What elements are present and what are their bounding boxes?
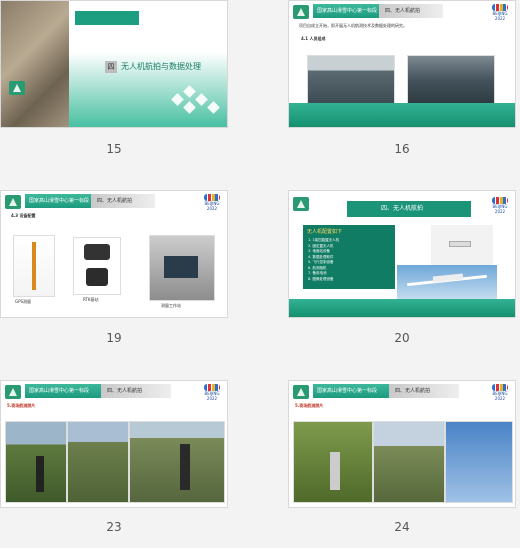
slide-number-23: 23 xyxy=(106,520,122,534)
section-number-box: 四 xyxy=(105,61,117,73)
slide-number-20: 20 xyxy=(394,331,410,345)
mountain-photo xyxy=(1,1,69,127)
company-logo-icon xyxy=(5,385,21,399)
subheading: 5.现场航测照片 xyxy=(7,403,36,408)
slide-number-15: 15 xyxy=(106,142,122,156)
slide-sorter-grid: 四 无人机航拍与数据处理 15 国家高山滑雪中心第一标段 四、无人机航拍 BEI… xyxy=(0,0,520,548)
header-title: 国家高山滑雪中心第一标段 xyxy=(25,384,101,398)
subheading: 4.3 设备配置 xyxy=(11,213,36,218)
slide-number-24: 24 xyxy=(394,520,410,534)
slide-title: 无人机航拍与数据处理 xyxy=(121,62,201,71)
workstation-photo xyxy=(149,235,215,301)
slide-thumbnail-16[interactable]: 国家高山滑雪中心第一标段 四、无人机航拍 BEIJING 2022 项目自成立开… xyxy=(288,0,516,128)
quadcopter-photo xyxy=(431,225,493,265)
header-title: 国家高山滑雪中心第一标段 xyxy=(313,4,379,18)
site-photo xyxy=(67,421,129,503)
subheading: 5.现场航测照片 xyxy=(295,403,324,408)
list-item: 8. 图像处理设备 xyxy=(308,276,334,281)
subheading: 4.1 人员组成 xyxy=(301,36,326,41)
company-logo-icon xyxy=(293,197,309,211)
meeting-photo xyxy=(407,55,495,105)
slide-thumbnail-23[interactable]: 国家高山滑雪中心第一标段 四、无人机航拍 BEIJING 2022 5.现场航测… xyxy=(0,380,228,508)
slide-title: 四、无人机航拍 xyxy=(347,201,471,217)
slide-number-19: 19 xyxy=(106,331,122,345)
slide-thumbnail-15[interactable]: 四 无人机航拍与数据处理 xyxy=(0,0,228,128)
header-title: 国家高山滑雪中心第一标段 xyxy=(313,384,389,398)
slide-number-16: 16 xyxy=(394,142,410,156)
meeting-photo xyxy=(307,55,395,105)
rtk-device-photo xyxy=(73,237,121,295)
section-label: 四、无人机航拍 xyxy=(101,384,171,398)
company-logo-icon xyxy=(5,195,21,209)
slide-thumbnail-20[interactable]: 四、无人机航拍 BEIJING 2022 无人机配置如下 1. 1架四旋翼无人机… xyxy=(288,190,516,318)
title-accent-bar xyxy=(75,11,139,25)
caption: GPS测量 xyxy=(15,299,32,304)
site-photo xyxy=(5,421,67,503)
gps-device-photo xyxy=(13,235,55,297)
config-list-box: 无人机配置如下 1. 1架四旋翼无人机 2. 固定翼无人机 3. 地面站设备 4… xyxy=(303,225,395,289)
company-logo-icon xyxy=(293,5,309,19)
header-title: 国家高山滑雪中心第一标段 xyxy=(25,194,91,208)
olympic-logo-icon: BEIJING 2022 xyxy=(201,194,223,211)
list-title: 无人机配置如下 xyxy=(307,229,343,235)
slide-thumbnail-19[interactable]: 国家高山滑雪中心第一标段 四、无人机航拍 BEIJING 2022 4.3 设备… xyxy=(0,190,228,318)
olympic-logo-icon: BEIJING 2022 xyxy=(489,197,511,214)
olympic-logo-icon: BEIJING 2022 xyxy=(489,384,511,401)
slide-thumbnail-24[interactable]: 国家高山滑雪中心第一标段 四、无人机航拍 BEIJING 2022 5.现场航测… xyxy=(288,380,516,508)
company-logo-icon xyxy=(293,385,309,399)
section-label: 四、无人机航拍 xyxy=(379,4,443,18)
site-photo xyxy=(129,421,225,503)
company-logo-icon xyxy=(9,81,25,95)
olympic-logo-icon: BEIJING 2022 xyxy=(201,384,223,401)
caption: RTK基站 xyxy=(83,297,99,302)
section-label: 四、无人机航拍 xyxy=(91,194,155,208)
olympic-logo-icon: BEIJING 2022 xyxy=(489,4,511,21)
section-label: 四、无人机航拍 xyxy=(389,384,459,398)
site-photo xyxy=(293,421,373,503)
site-photo xyxy=(373,421,445,503)
caption: 测量工作站 xyxy=(161,303,181,308)
body-text: 项目自成立开始，即开展无人机航测技术及数据处理的研究。 xyxy=(299,23,407,28)
sky-photo xyxy=(445,421,513,503)
